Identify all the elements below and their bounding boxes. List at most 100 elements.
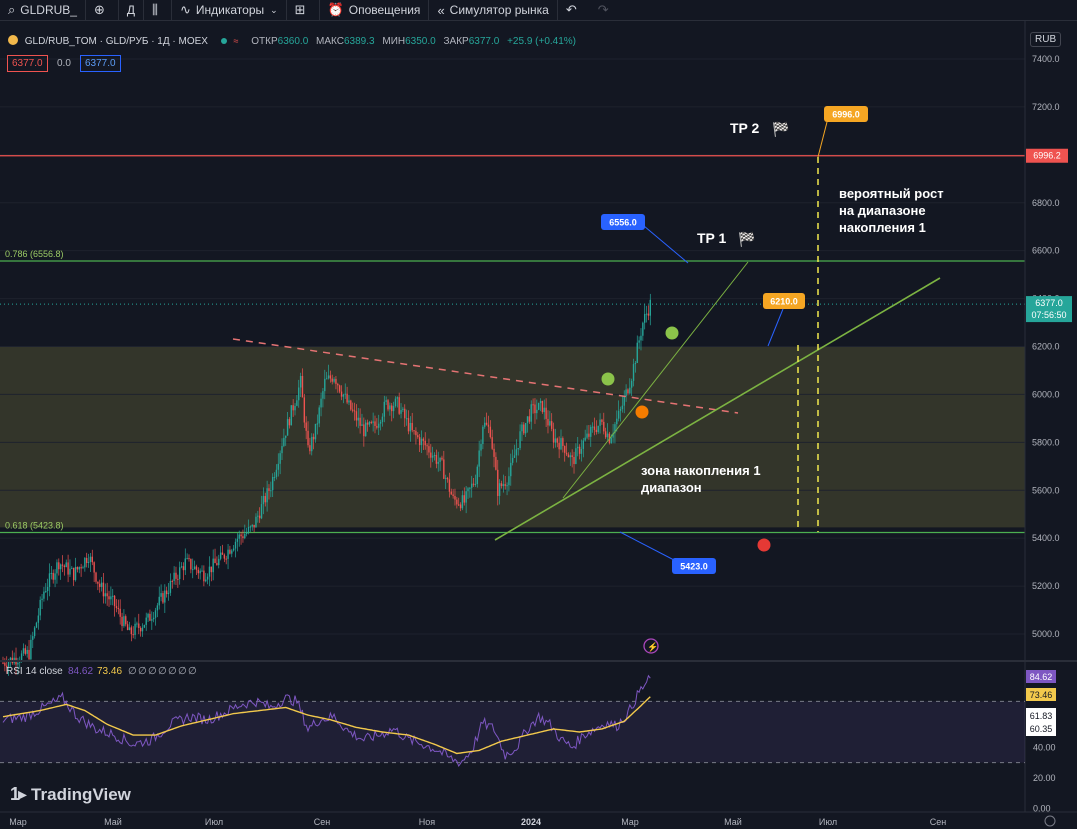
candle-body	[487, 424, 490, 427]
candle-body	[231, 550, 233, 554]
candle-body	[638, 340, 640, 343]
redo-button[interactable]: ↷	[590, 0, 622, 20]
plus-circle-icon: ⊕	[93, 2, 105, 17]
candle-body	[465, 491, 467, 503]
candle-body	[158, 596, 160, 606]
candle-body	[610, 437, 612, 444]
candle-body	[392, 406, 395, 412]
candle-body	[467, 488, 469, 492]
buy-price-button[interactable]: 6377.0	[80, 55, 121, 72]
tradingview-logo[interactable]: 1▸ TradingView	[10, 784, 131, 805]
candle-body	[324, 378, 326, 392]
candle-body	[156, 605, 159, 611]
rsi-value-tag-text: 84.62	[1030, 672, 1053, 682]
candle-body	[523, 424, 525, 434]
checkered-flag-icon: 🏁	[738, 231, 755, 248]
candle-body	[240, 534, 242, 537]
candle-body	[87, 562, 90, 564]
currency-selector[interactable]: RUB	[1030, 32, 1062, 47]
candle-body	[521, 424, 523, 432]
candle-body	[69, 568, 71, 575]
candle-body	[580, 448, 583, 454]
candle-body	[394, 398, 397, 407]
candle-body	[567, 454, 570, 458]
candle-body	[599, 419, 601, 426]
candle-body	[634, 362, 637, 365]
spread-value: 0.0	[57, 58, 71, 69]
candle-body	[645, 313, 648, 315]
interval-button[interactable]: Д	[119, 0, 145, 20]
layout-button[interactable]: ⊞	[287, 0, 320, 20]
compare-button[interactable]: ⊕	[86, 0, 119, 20]
candle-body	[234, 541, 237, 549]
candle-body	[46, 586, 49, 592]
candle-body	[50, 572, 53, 574]
candle-body	[48, 573, 51, 587]
candle-body	[71, 567, 73, 569]
sell-price-button[interactable]: 6377.0	[7, 55, 48, 72]
candle-body	[478, 450, 480, 467]
candle-body	[327, 375, 330, 379]
candle-body	[201, 570, 203, 572]
candle-body	[366, 422, 369, 425]
chart-canvas[interactable]: 0.786 (6556.8) 0.618 (5423.8) ⚡ 6996.0 6556.…	[0, 0, 1077, 829]
candle-body	[450, 491, 452, 495]
candle-body	[30, 639, 32, 660]
rsi-legend-empty-value: ∅	[138, 666, 147, 677]
candle-body	[515, 449, 518, 456]
candle-body	[571, 455, 573, 458]
candle-body	[482, 426, 484, 445]
candle-body	[340, 391, 343, 397]
undo-button[interactable]: ↶	[558, 0, 590, 20]
candle-body	[305, 422, 307, 431]
replay-button[interactable]: «Симулятор рынка	[429, 0, 558, 20]
candle-body	[480, 444, 482, 451]
candle-body	[333, 378, 335, 382]
candle-body	[56, 562, 58, 574]
price-axis-tick: 7200.0	[1032, 102, 1060, 112]
redo-icon: ↷	[597, 2, 609, 17]
candle-body	[296, 400, 298, 406]
candle-body	[82, 567, 84, 569]
candle-body	[95, 572, 97, 582]
candle-body	[632, 364, 635, 381]
candle-body	[541, 400, 544, 413]
candle-body	[383, 401, 385, 417]
candle-body	[268, 488, 270, 492]
candle-body	[510, 462, 512, 477]
candle-body	[290, 405, 292, 426]
alerts-button[interactable]: ⏰ Оповещения	[320, 0, 430, 20]
candle-body	[355, 411, 358, 421]
candle-body	[426, 445, 428, 447]
candle-body	[292, 405, 294, 411]
candle-body	[644, 313, 646, 323]
candle-body	[363, 424, 365, 437]
candle-body	[504, 484, 506, 486]
symbol-search-button[interactable]: ⌕ GLDRUB_	[0, 0, 86, 20]
candle-body	[221, 552, 224, 555]
candle-body	[33, 627, 36, 637]
candle-body	[37, 615, 40, 623]
candle-body	[52, 572, 54, 580]
candle-body	[84, 557, 86, 568]
candle-body	[214, 558, 216, 564]
chart-type-button[interactable]: ⫼	[144, 0, 172, 20]
rsi-legend-empty-value: ∅	[168, 666, 177, 677]
candle-body	[552, 428, 555, 443]
candle-body	[106, 593, 108, 597]
indicators-button[interactable]: ∿ Индикаторы ⌄	[172, 0, 287, 20]
candle-body	[309, 445, 311, 452]
time-axis-tick: 2024	[521, 817, 541, 827]
candle-body	[370, 421, 372, 423]
candle-body	[167, 592, 170, 595]
candle-body	[593, 426, 596, 430]
candle-body	[273, 476, 276, 478]
candle-body	[439, 457, 441, 462]
candle-body	[551, 421, 553, 429]
candle-body	[314, 423, 317, 440]
time-axis-tick: Июл	[819, 817, 837, 827]
candle-body	[195, 566, 198, 570]
rsi-legend-empty-value: ∅	[178, 666, 187, 677]
candle-body	[113, 595, 116, 607]
candle-body	[476, 466, 478, 485]
